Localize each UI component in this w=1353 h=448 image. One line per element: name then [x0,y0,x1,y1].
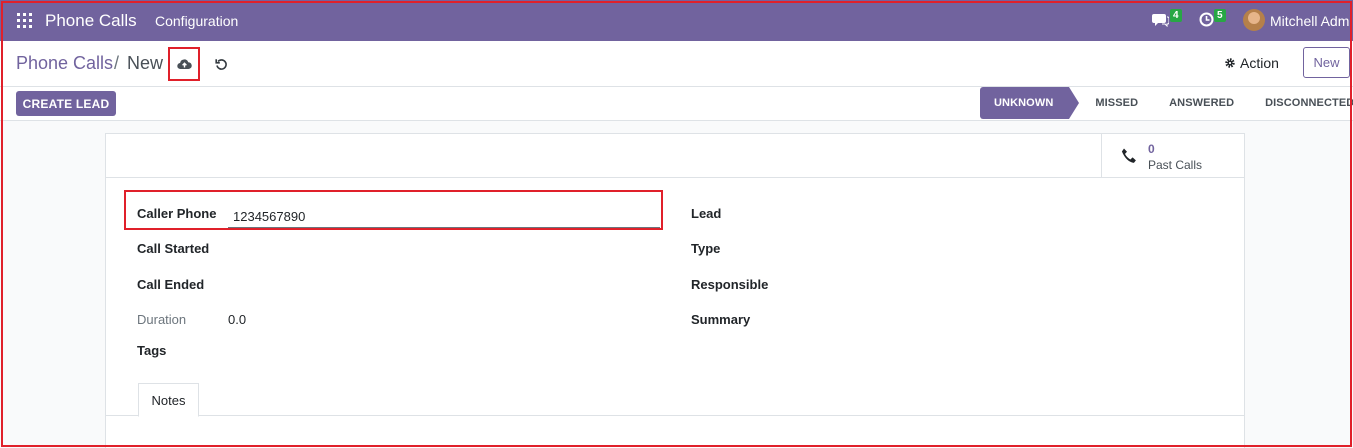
past-calls-button[interactable]: 0 Past Calls [1101,134,1244,178]
stage-label: ANSWERED [1169,97,1235,109]
new-button[interactable]: New [1303,47,1350,78]
past-calls-label: Past Calls [1148,158,1203,172]
duration-value: 0.0 [228,312,247,327]
action-label: Action [1240,55,1279,71]
user-avatar[interactable] [1243,9,1265,31]
undo-icon [214,58,227,70]
form-sheet: 0 Past Calls Caller Phone Call Started C… [105,133,1245,448]
stage-statusbar: UNKNOWN MISSED ANSWERED DISCONNECTED [980,87,1353,119]
stage-disconnected[interactable]: DISCONNECTED [1246,87,1353,119]
control-panel: Phone Calls / New Action New [0,41,1353,87]
call-ended-label: Call Ended [137,277,205,292]
breadcrumb-separator: / [114,53,120,73]
cloud-upload-icon [176,58,192,69]
app-title[interactable]: Phone Calls [45,11,137,31]
button-box: 0 Past Calls [106,134,1244,178]
stage-label: DISCONNECTED [1265,97,1353,109]
form-header: CREATE LEAD UNKNOWN MISSED ANSWERED DISC… [0,87,1353,121]
stage-label: MISSED [1095,97,1139,109]
responsible-label: Responsible [691,277,769,292]
stage-label: UNKNOWN [994,97,1054,109]
lead-label: Lead [691,206,722,221]
caller-phone-input[interactable] [228,206,660,228]
gear-icon [1225,58,1235,68]
stage-missed[interactable]: MISSED [1069,87,1150,119]
save-button[interactable] [168,47,200,80]
create-lead-button[interactable]: CREATE LEAD [16,91,116,116]
activity-count-badge: 5 [1214,9,1226,22]
action-menu-button[interactable]: Action [1224,55,1279,71]
chat-icon[interactable] [1152,12,1169,27]
user-name[interactable]: Mitchell Admi [1270,13,1352,29]
breadcrumb-parent[interactable]: Phone Calls [16,53,113,74]
discard-button[interactable] [210,53,232,75]
chat-count-badge: 4 [1170,9,1182,22]
tab-notes[interactable]: Notes [138,383,199,417]
notebook-tabs: Notes [106,382,1244,417]
activity-clock-icon[interactable] [1199,12,1214,27]
menu-configuration[interactable]: Configuration [155,13,238,29]
caller-phone-label: Caller Phone [137,206,217,221]
summary-label: Summary [691,312,751,327]
call-started-label: Call Started [137,241,210,256]
breadcrumb-current: New [127,53,164,73]
type-label: Type [691,241,721,256]
duration-label: Duration [137,312,187,327]
stage-unknown[interactable]: UNKNOWN [980,87,1080,119]
top-navbar: Phone Calls Configuration 4 5 Mitchell A… [0,0,1353,41]
apps-grid-icon[interactable] [17,13,32,28]
stage-answered[interactable]: ANSWERED [1150,87,1246,119]
tags-label: Tags [137,343,167,358]
phone-icon [1121,148,1136,163]
past-calls-count: 0 [1148,142,1155,156]
